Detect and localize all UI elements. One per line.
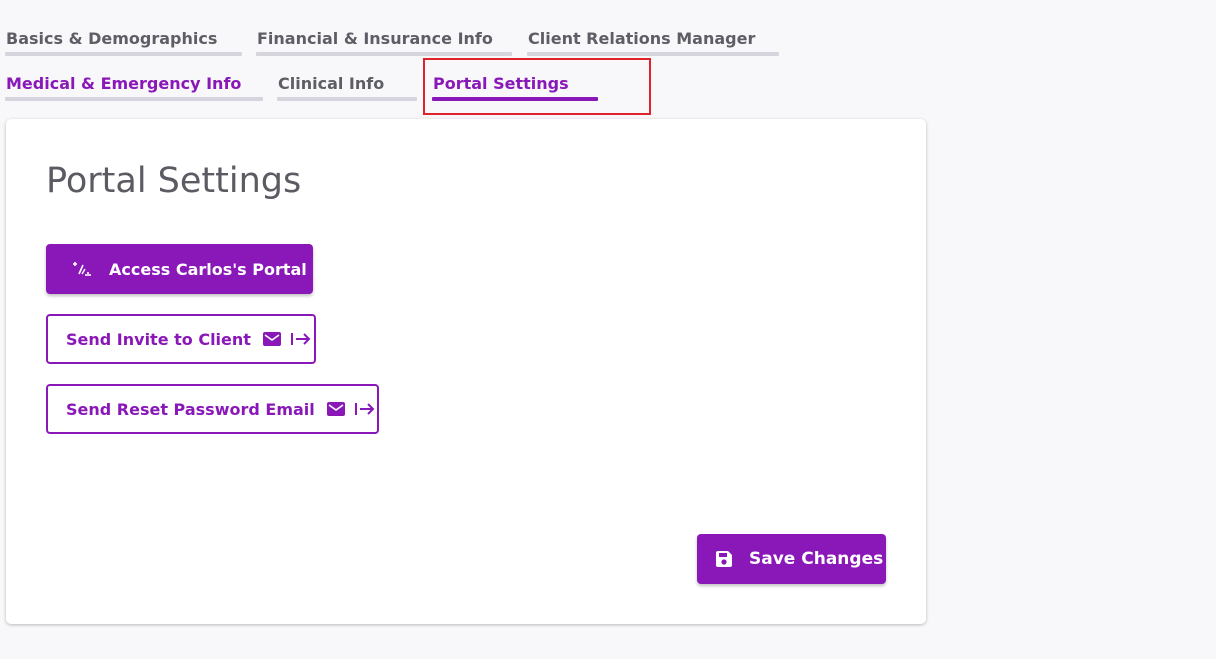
tab-client-relations[interactable]: Client Relations Manager [527, 29, 779, 59]
floppy-disk-icon [715, 550, 733, 568]
page-title: Portal Settings [46, 161, 302, 201]
arrow-right-to-bar-icon [354, 402, 375, 416]
mail-icon [326, 402, 345, 416]
tab-underline [527, 52, 779, 56]
tab-clinical-info[interactable]: Clinical Info [277, 74, 417, 104]
save-changes-button[interactable]: Save Changes [697, 534, 886, 584]
send-invite-button[interactable]: Send Invite to Client [46, 314, 316, 364]
tab-basics-demographics[interactable]: Basics & Demographics [5, 29, 242, 59]
tab-label: Medical & Emergency Info [6, 74, 242, 93]
portal-settings-card: Portal Settings Access Carlos's Portal S… [6, 119, 926, 624]
portal-access-icon [70, 260, 92, 278]
arrow-right-to-bar-icon [290, 332, 311, 346]
mail-icon [262, 332, 281, 346]
tab-bar: Basics & Demographics Financial & Insura… [0, 0, 1216, 115]
tab-underline [277, 97, 417, 101]
selection-highlight-box [423, 58, 651, 115]
send-reset-password-button[interactable]: Send Reset Password Email [46, 384, 379, 434]
tab-financial-insurance[interactable]: Financial & Insurance Info [256, 29, 512, 59]
tab-label: Client Relations Manager [528, 29, 756, 48]
tab-medical-emergency[interactable]: Medical & Emergency Info [5, 74, 263, 104]
send-reset-label: Send Reset Password Email [66, 399, 315, 419]
access-portal-button[interactable]: Access Carlos's Portal [46, 244, 313, 294]
tab-underline [256, 52, 512, 56]
tab-label: Basics & Demographics [6, 29, 218, 48]
tab-underline [5, 52, 242, 56]
tab-label: Financial & Insurance Info [257, 29, 493, 48]
save-changes-label: Save Changes [749, 549, 884, 569]
access-portal-label: Access Carlos's Portal [109, 259, 307, 279]
send-invite-label: Send Invite to Client [66, 329, 251, 349]
tab-underline [5, 97, 263, 101]
tab-label: Clinical Info [278, 74, 385, 93]
